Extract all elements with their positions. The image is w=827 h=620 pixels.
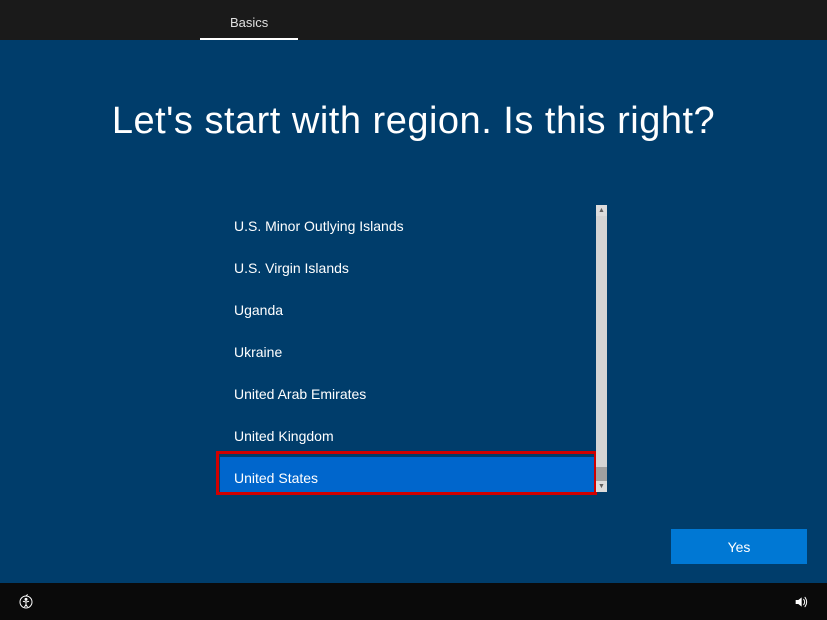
volume-icon[interactable] (793, 594, 809, 610)
tab-underline (200, 38, 298, 40)
region-item[interactable]: U.S. Virgin Islands (220, 247, 596, 289)
region-item[interactable]: Uganda (220, 289, 596, 331)
region-list[interactable]: U.S. Minor Outlying Islands U.S. Virgin … (220, 205, 596, 492)
scrollbar-arrow-down-icon[interactable]: ▼ (596, 481, 607, 492)
main-content: Let's start with region. Is this right? … (0, 40, 827, 492)
region-item[interactable]: United Arab Emirates (220, 373, 596, 415)
region-list-container: U.S. Minor Outlying Islands U.S. Virgin … (220, 205, 607, 492)
region-item[interactable]: United Kingdom (220, 415, 596, 457)
region-item[interactable]: Ukraine (220, 331, 596, 373)
region-item[interactable]: U.S. Minor Outlying Islands (220, 205, 596, 247)
scrollbar-arrow-up-icon[interactable]: ▲ (596, 205, 607, 216)
page-title: Let's start with region. Is this right? (0, 100, 827, 143)
scrollbar[interactable]: ▲ ▼ (596, 205, 607, 492)
top-tab-bar: Basics (0, 0, 827, 40)
accessibility-icon[interactable] (18, 594, 34, 610)
scrollbar-thumb[interactable] (596, 467, 607, 481)
region-item-selected[interactable]: United States (220, 457, 596, 492)
yes-button[interactable]: Yes (671, 529, 807, 564)
tab-label: Basics (230, 15, 268, 30)
tab-basics[interactable]: Basics (200, 15, 298, 40)
bottom-bar (0, 583, 827, 620)
